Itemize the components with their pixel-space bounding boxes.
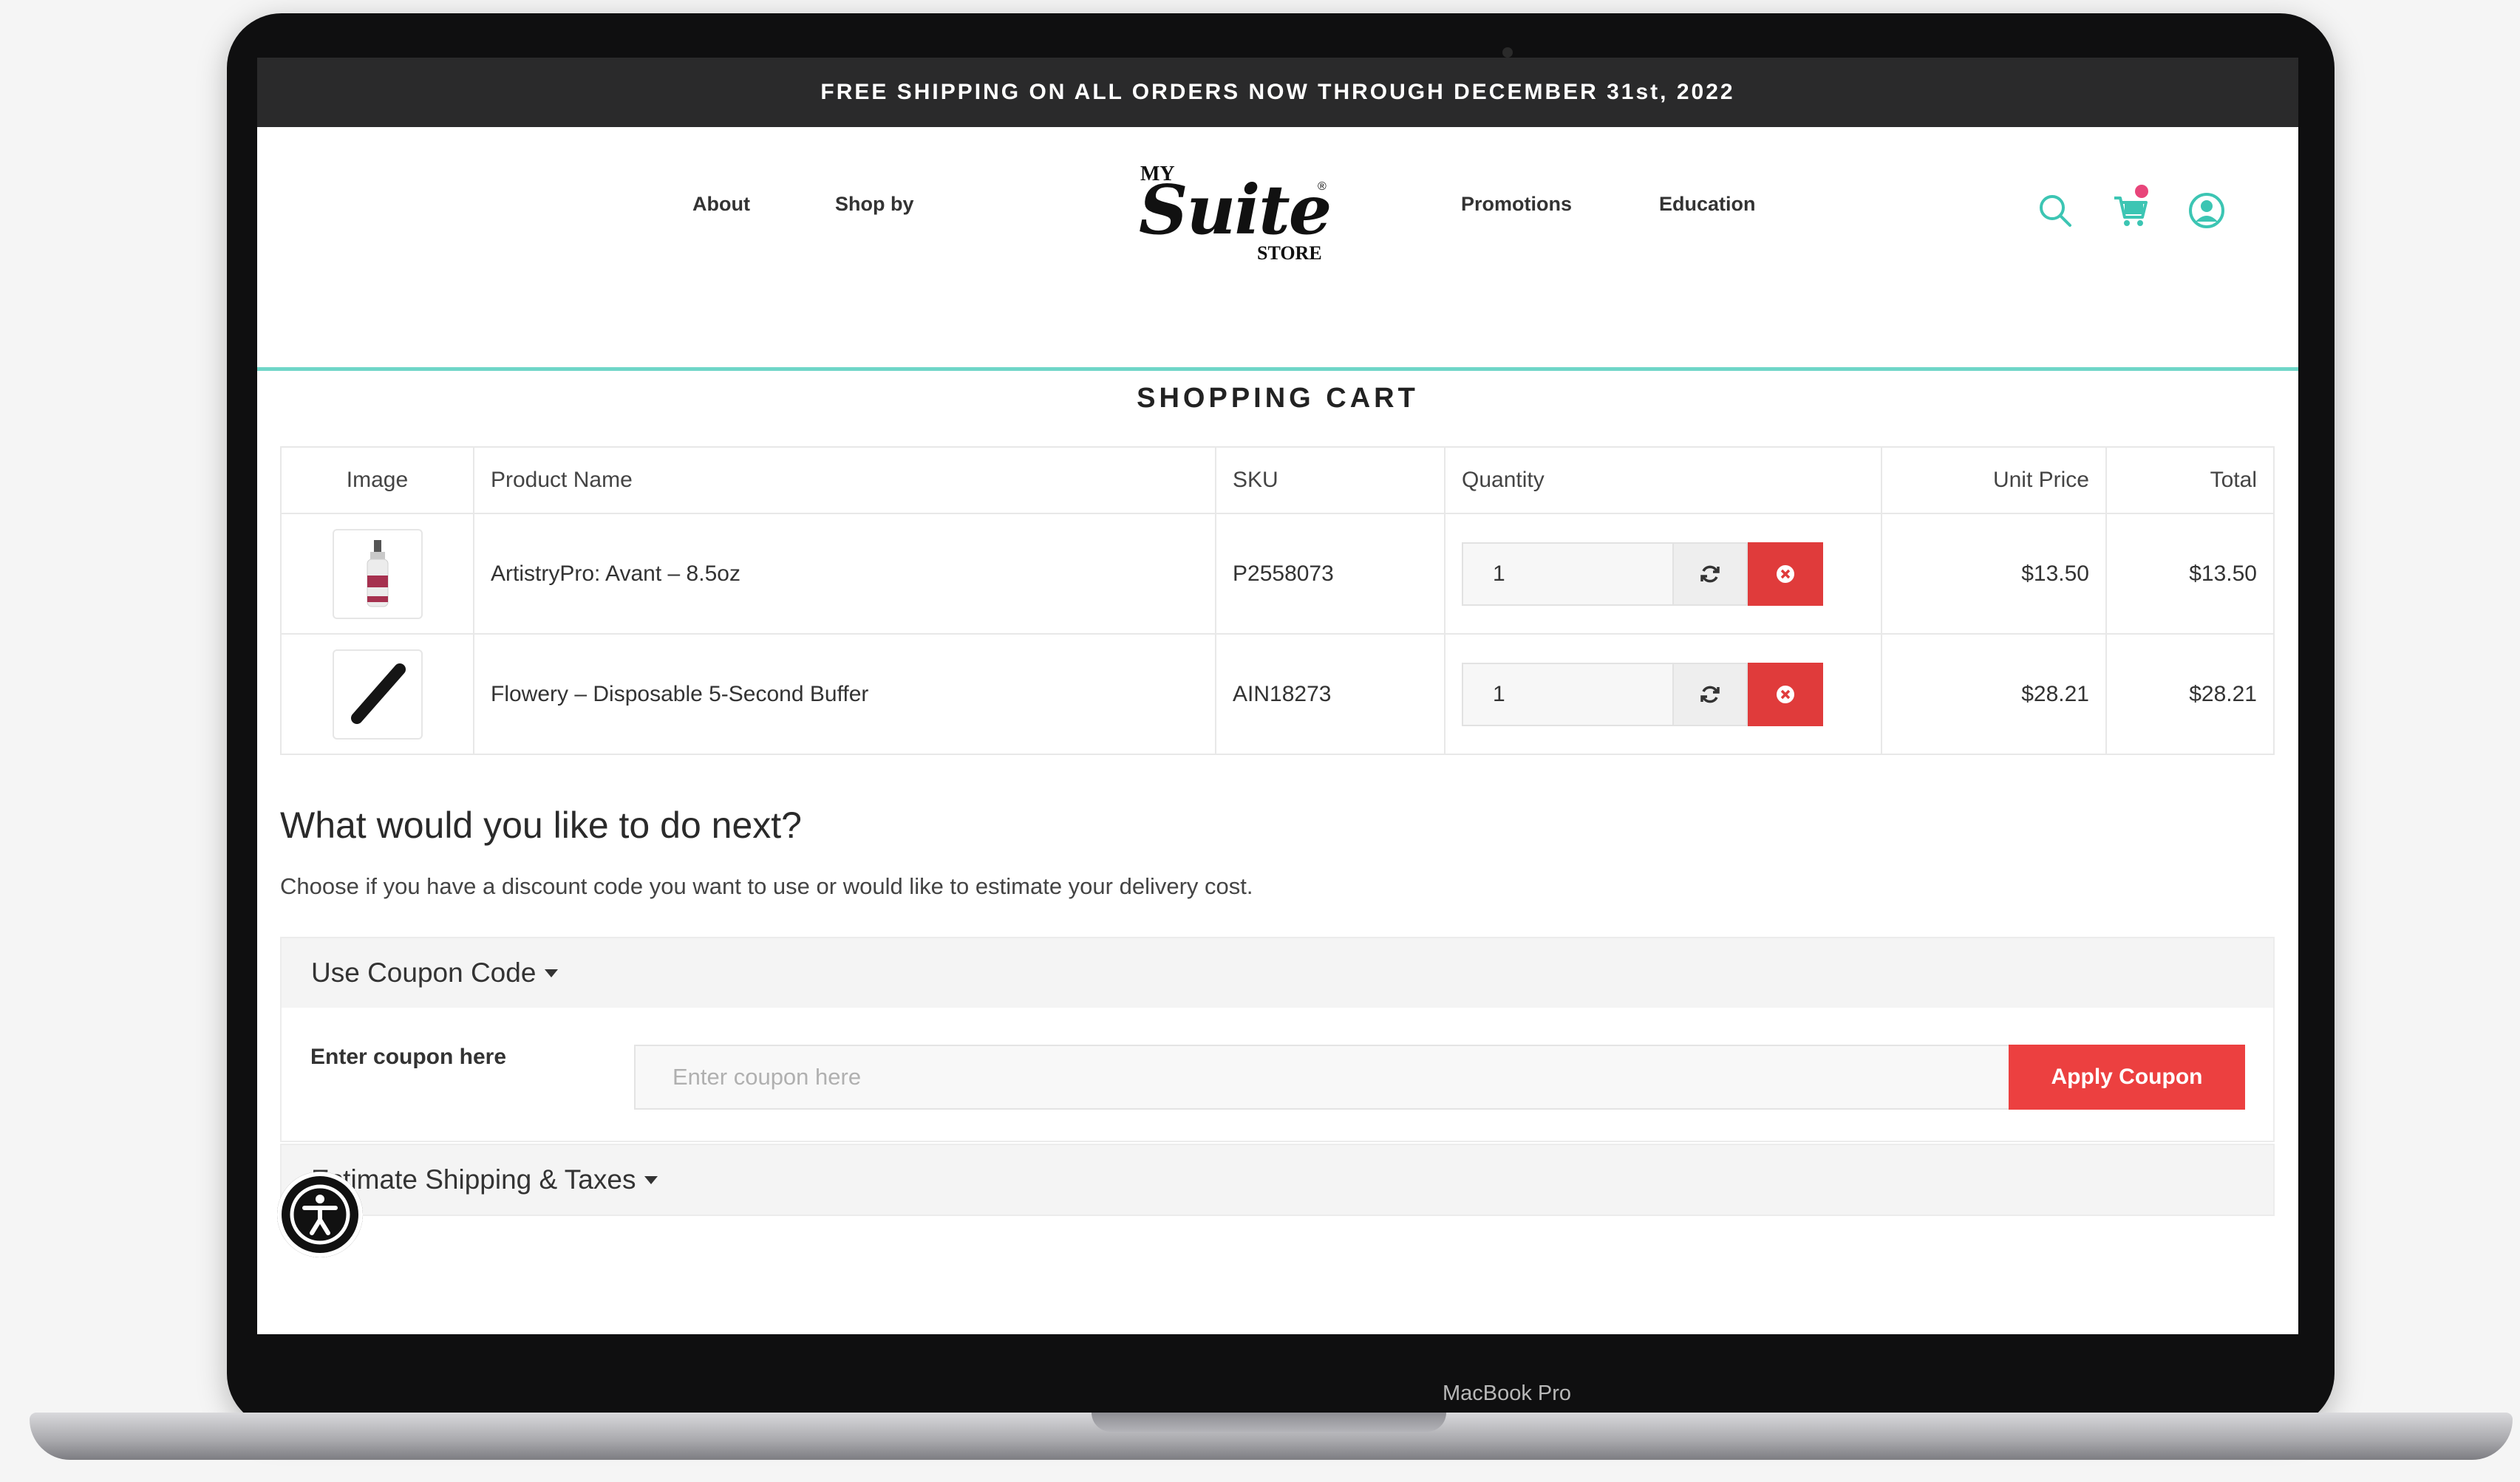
product-sku: P2558073 <box>1215 513 1445 635</box>
caret-down-icon <box>545 969 559 977</box>
camera <box>1502 47 1513 58</box>
update-quantity-button[interactable] <box>1674 662 1748 726</box>
logo-suite: Suite <box>1139 170 1332 250</box>
logo-registered: ® <box>1318 180 1327 193</box>
quantity-input[interactable] <box>1462 662 1674 726</box>
remove-icon <box>1777 685 1794 703</box>
unit-price: $28.21 <box>1881 633 2107 755</box>
buffer-image <box>350 663 406 724</box>
cart-count-badge <box>2135 185 2148 198</box>
nav-shop-by[interactable]: Shop by <box>835 193 914 216</box>
refresh-icon <box>1700 565 1720 582</box>
update-quantity-button[interactable] <box>1674 542 1748 606</box>
col-total: Total <box>2105 446 2275 514</box>
coupon-toggle[interactable]: Use Coupon Code <box>280 937 2275 1009</box>
shipping-toggle[interactable]: Estimate Shipping & Taxes <box>280 1144 2275 1216</box>
product-image-cell <box>280 513 474 635</box>
accessibility-icon <box>290 1184 350 1245</box>
coupon-input[interactable] <box>634 1045 2016 1110</box>
product-thumbnail[interactable] <box>332 528 423 619</box>
product-name[interactable]: Flowery – Disposable 5-Second Buffer <box>473 633 1216 755</box>
caret-down-icon <box>644 1175 658 1184</box>
product-sku: AIN18273 <box>1215 633 1445 755</box>
table-row: ArtistryPro: Avant – 8.5oz P2558073 1 $1… <box>280 513 2275 635</box>
search-icon[interactable] <box>2035 191 2075 231</box>
remove-icon <box>1777 564 1794 583</box>
coupon-field-label: Enter coupon here <box>310 1045 507 1069</box>
nav-about[interactable]: About <box>692 193 750 216</box>
nav-promotions[interactable]: Promotions <box>1461 193 1572 216</box>
product-thumbnail[interactable] <box>332 649 423 740</box>
quantity-cell <box>1444 633 1882 755</box>
quantity-input[interactable] <box>1462 542 1674 606</box>
cart-title: SHOPPING CART <box>1137 383 1419 414</box>
logo-store: STORE <box>1257 242 1322 264</box>
next-steps-heading: What would you like to do next? <box>280 805 802 846</box>
cart-header-row: Image Product Name SKU Quantity Unit Pri… <box>280 446 2275 514</box>
product-image-cell <box>280 633 474 755</box>
account-icon[interactable] <box>2187 191 2227 231</box>
bottle-image <box>367 539 388 607</box>
laptop-notch <box>1092 1413 1446 1432</box>
line-total: $13.50 <box>2105 513 2275 635</box>
coupon-toggle-label: Use Coupon Code <box>311 957 537 988</box>
nav-education[interactable]: Education <box>1659 193 1756 216</box>
quantity-cell <box>1444 513 1882 635</box>
promo-banner: FREE SHIPPING ON ALL ORDERS NOW THROUGH … <box>257 58 2298 127</box>
refresh-icon <box>1700 686 1720 703</box>
product-name[interactable]: ArtistryPro: Avant – 8.5oz <box>473 513 1216 635</box>
col-image: Image <box>280 446 474 514</box>
browser-screen: FREE SHIPPING ON ALL ORDERS NOW THROUGH … <box>257 58 2298 1334</box>
accessibility-button[interactable] <box>277 1172 363 1257</box>
apply-coupon-button[interactable]: Apply Coupon <box>2009 1045 2245 1110</box>
next-steps-description: Choose if you have a discount code you w… <box>280 873 1253 899</box>
line-total: $28.21 <box>2105 633 2275 755</box>
cart-table: Image Product Name SKU Quantity Unit Pri… <box>280 446 2275 755</box>
remove-item-button[interactable] <box>1748 542 1823 606</box>
col-quantity: Quantity <box>1444 446 1882 514</box>
store-logo[interactable]: MY Suite ® STORE <box>1133 161 1340 272</box>
promo-text: FREE SHIPPING ON ALL ORDERS NOW THROUGH … <box>820 80 1735 104</box>
col-unit-price: Unit Price <box>1881 446 2107 514</box>
table-row: Flowery – Disposable 5-Second Buffer AIN… <box>280 633 2275 755</box>
device-label: MacBook Pro <box>1442 1382 1572 1405</box>
col-sku: SKU <box>1215 446 1445 514</box>
unit-price: $13.50 <box>1881 513 2107 635</box>
col-product-name: Product Name <box>473 446 1216 514</box>
remove-item-button[interactable] <box>1748 662 1823 726</box>
shipping-toggle-label: Estimate Shipping & Taxes <box>311 1164 636 1195</box>
